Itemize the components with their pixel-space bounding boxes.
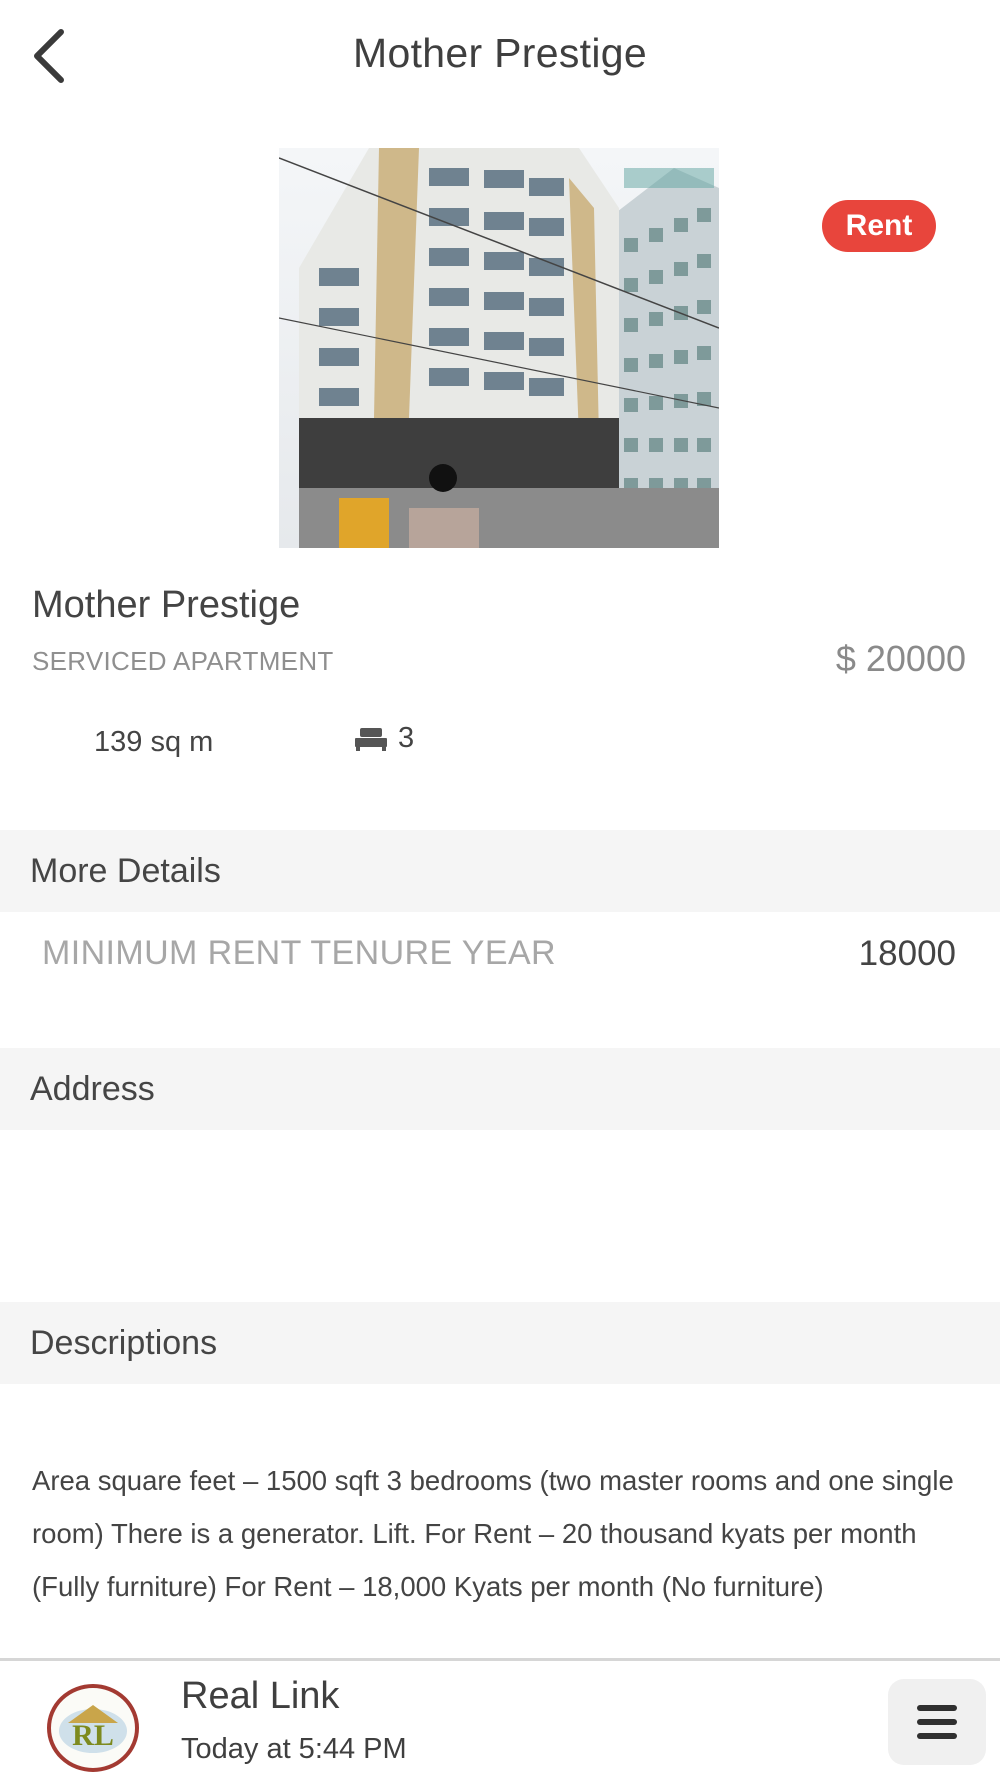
descriptions-header: Descriptions [0,1302,1000,1384]
menu-button[interactable] [888,1679,986,1765]
hamburger-menu-icon [917,1705,957,1739]
real-link-logo[interactable]: RL [46,1683,140,1773]
detail-value: 18000 [858,934,956,973]
detail-label: MINIMUM RENT TENURE YEAR [42,934,556,972]
timestamp: Today at 5:44 PM [181,1733,407,1765]
bottom-bar: RL Real Link Today at 5:44 PM [0,1658,1000,1778]
property-type: SERVICED APARTMENT [32,646,334,676]
top-header: Mother Prestige [0,0,1000,112]
bedroom-count: 3 [354,722,414,755]
address-header: Address [0,1048,1000,1130]
address-heading: Address [30,1069,155,1108]
more-details-header: More Details [0,830,1000,912]
property-photo[interactable] [279,148,719,548]
bed-icon [355,727,387,751]
property-detail-page: Mother Prestige Rent Mother Prestige SER… [0,0,1000,1778]
description-text: Area square feet – 1500 sqft 3 bedrooms … [32,1465,954,1602]
brand-name: Real Link [181,1675,340,1717]
bedroom-count-value: 3 [398,722,415,754]
more-details-heading: More Details [30,851,221,890]
detail-row: MINIMUM RENT TENURE YEAR 18000 [0,912,1000,996]
building-image [279,148,719,548]
property-price: $ 20000 [835,638,966,679]
descriptions-heading: Descriptions [30,1323,218,1362]
property-name: Mother Prestige [32,584,301,626]
page-title: Mother Prestige [353,30,647,76]
rent-badge: Rent [822,200,936,252]
svg-text:RL: RL [72,1719,114,1752]
property-area: 139 sq m [94,726,214,758]
